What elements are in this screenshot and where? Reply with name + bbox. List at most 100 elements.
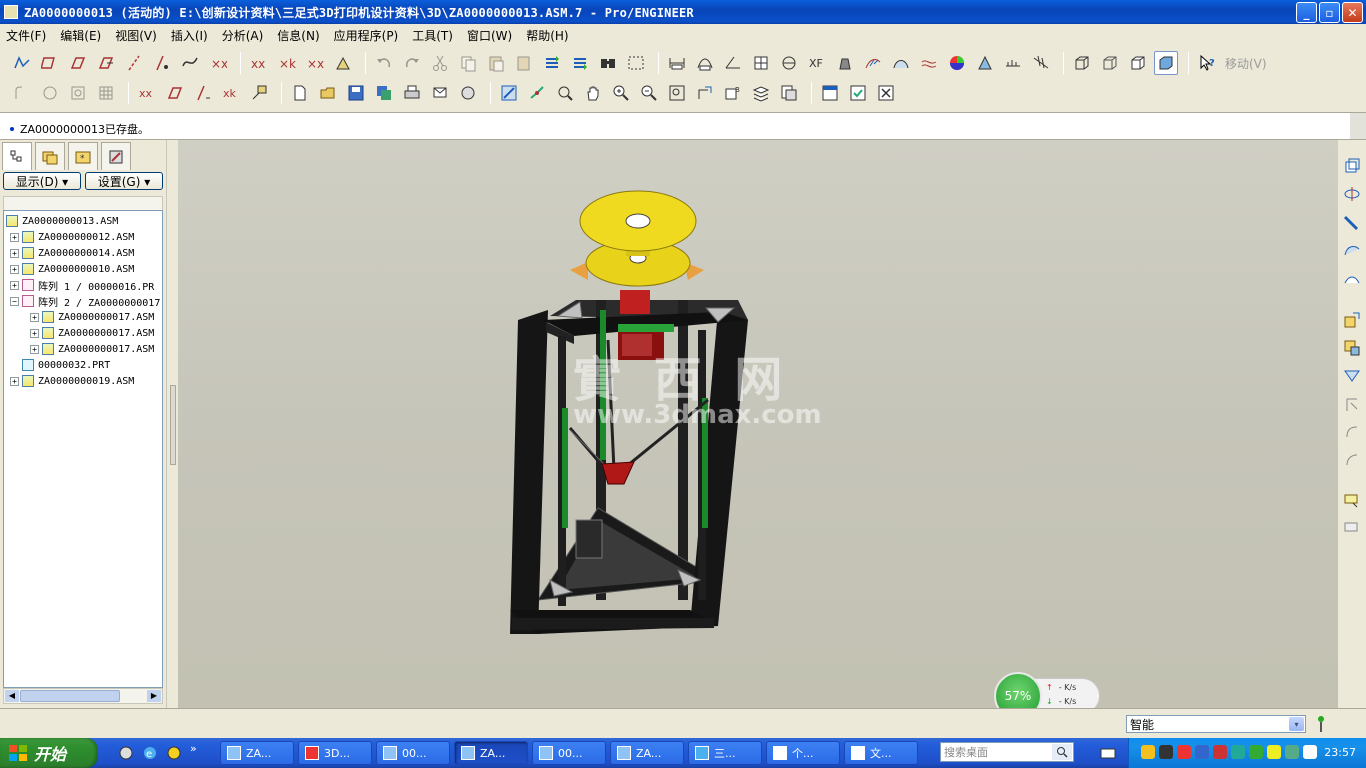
shading-icon[interactable] [1154, 51, 1178, 75]
saved-views-icon[interactable]: B [721, 81, 745, 105]
settings-dropdown[interactable]: 设置(G) ▾ [85, 172, 163, 190]
measure-diameter-icon[interactable] [777, 51, 801, 75]
view-manager-icon[interactable] [777, 81, 801, 105]
activate-window-icon[interactable] [846, 81, 870, 105]
task-button[interactable]: 三... [688, 741, 762, 765]
redo-icon[interactable] [400, 51, 424, 75]
tree-row[interactable]: + ZA0000000012.ASM [10, 229, 134, 245]
minimize-button[interactable]: _ [1296, 2, 1317, 23]
tray-display-icon[interactable] [1303, 745, 1317, 759]
plane-offset-icon[interactable] [94, 51, 118, 75]
quicklaunch-app-icon[interactable] [166, 745, 182, 761]
reorient-icon[interactable] [693, 81, 717, 105]
search-icon[interactable] [1052, 744, 1072, 760]
curve-icon[interactable] [178, 51, 202, 75]
hidden-line-icon[interactable] [1098, 51, 1122, 75]
tree-row[interactable]: + ZA0000000019.ASM [10, 373, 134, 389]
menu-tools[interactable]: 工具(T) [412, 27, 453, 44]
datum-point-icon[interactable]: xx [247, 51, 271, 75]
repaint-icon[interactable] [497, 81, 521, 105]
tree-row[interactable]: 00000032.PRT [22, 357, 110, 373]
chevron-more-icon[interactable]: » [190, 742, 197, 755]
dihedral-icon[interactable] [1001, 51, 1025, 75]
measure-length-icon[interactable] [693, 51, 717, 75]
tree-row[interactable]: − 阵列 2 / ZA0000000017 [10, 293, 160, 309]
graphics-viewport[interactable]: 實 西 网 www.3dmax.com [178, 140, 1338, 708]
close-window-icon[interactable] [874, 81, 898, 105]
note-icon[interactable] [1342, 518, 1362, 538]
open-file-icon[interactable] [316, 81, 340, 105]
quicklaunch-ie-icon[interactable]: e [142, 745, 158, 761]
draft-icon[interactable] [973, 51, 997, 75]
scroll-thumb[interactable] [20, 690, 120, 702]
menu-analysis[interactable]: 分析(A) [222, 27, 264, 44]
expand-icon[interactable]: + [10, 232, 19, 242]
send-mail-icon[interactable] [428, 81, 452, 105]
blend-tool-icon[interactable] [1342, 240, 1362, 260]
menu-insert[interactable]: 插入(I) [171, 27, 208, 44]
expand-icon[interactable]: + [30, 312, 39, 322]
expand-icon[interactable]: + [30, 344, 39, 354]
start-button[interactable]: 开始 [0, 738, 98, 768]
wireframe-icon[interactable] [1070, 51, 1094, 75]
move-label[interactable]: 移动(V) [1225, 55, 1267, 72]
find-icon[interactable] [596, 51, 620, 75]
close-button[interactable]: ✕ [1342, 2, 1363, 23]
layers-icon[interactable] [749, 81, 773, 105]
collapse-icon[interactable]: − [10, 296, 19, 306]
connections-tab-icon[interactable] [101, 142, 131, 170]
panel-splitter[interactable] [166, 140, 178, 708]
task-button[interactable]: 个... [766, 741, 840, 765]
point-display-icon[interactable]: xk [219, 81, 243, 105]
graph-icon[interactable] [1029, 51, 1053, 75]
folder-browser-tab-icon[interactable] [35, 142, 65, 170]
tray-security-icon[interactable] [1177, 745, 1191, 759]
model-tree-tab-icon[interactable] [2, 142, 32, 170]
save-icon[interactable] [344, 81, 368, 105]
round-tool-icon[interactable] [1342, 450, 1362, 470]
task-button[interactable]: ZA... [454, 741, 528, 765]
csys-display-icon[interactable] [247, 81, 271, 105]
assemble-icon[interactable] [1342, 310, 1362, 330]
clock[interactable]: 23:57 [1324, 746, 1356, 759]
task-button[interactable]: ZA... [610, 741, 684, 765]
tree-row[interactable]: + ZA0000000017.ASM [30, 309, 154, 325]
datum-point3-icon[interactable]: ×x [303, 51, 327, 75]
save-copy-icon[interactable] [372, 81, 396, 105]
menu-info[interactable]: 信息(N) [277, 27, 319, 44]
chamfer-icon[interactable] [38, 81, 62, 105]
scroll-right-icon[interactable]: ▶ [147, 690, 161, 702]
task-button[interactable]: 3D... [298, 741, 372, 765]
datum-point2-icon[interactable]: ×k [275, 51, 299, 75]
measure-distance-icon[interactable] [665, 51, 689, 75]
mass-properties-icon[interactable] [833, 51, 857, 75]
tree-row[interactable]: ZA0000000013.ASM [6, 213, 118, 229]
menu-help[interactable]: 帮助(H) [526, 27, 568, 44]
grid-icon[interactable] [94, 81, 118, 105]
expand-icon[interactable]: + [30, 328, 39, 338]
expand-icon[interactable]: + [10, 280, 19, 290]
select-box-icon[interactable] [624, 51, 648, 75]
datum-point4-icon[interactable] [331, 51, 355, 75]
task-button[interactable]: ZA... [220, 741, 294, 765]
orient-icon[interactable] [553, 81, 577, 105]
shade-icon[interactable] [945, 51, 969, 75]
copy-icon[interactable] [456, 51, 480, 75]
cut-icon[interactable] [428, 51, 452, 75]
extrude-tool-icon[interactable] [1342, 156, 1362, 176]
menu-file[interactable]: 文件(F) [6, 27, 46, 44]
axis-point-icon[interactable] [150, 51, 174, 75]
measure-angle-icon[interactable] [721, 51, 745, 75]
desktop-search-input[interactable]: 搜索桌面 [940, 742, 1074, 762]
measure-transform-icon[interactable]: XF [805, 51, 829, 75]
round-icon[interactable] [10, 81, 34, 105]
tray-volume-icon[interactable] [1231, 745, 1245, 759]
expand-icon[interactable]: + [10, 248, 19, 258]
refit-icon[interactable] [665, 81, 689, 105]
tree-row[interactable]: + ZA0000000010.ASM [10, 261, 134, 277]
maximize-button[interactable]: ▫ [1319, 2, 1340, 23]
measure-area-icon[interactable] [749, 51, 773, 75]
tray-update-icon[interactable] [1249, 745, 1263, 759]
tree-row[interactable]: + 阵列 1 / 00000016.PR [10, 277, 154, 293]
show-dropdown[interactable]: 显示(D) ▾ [3, 172, 81, 190]
